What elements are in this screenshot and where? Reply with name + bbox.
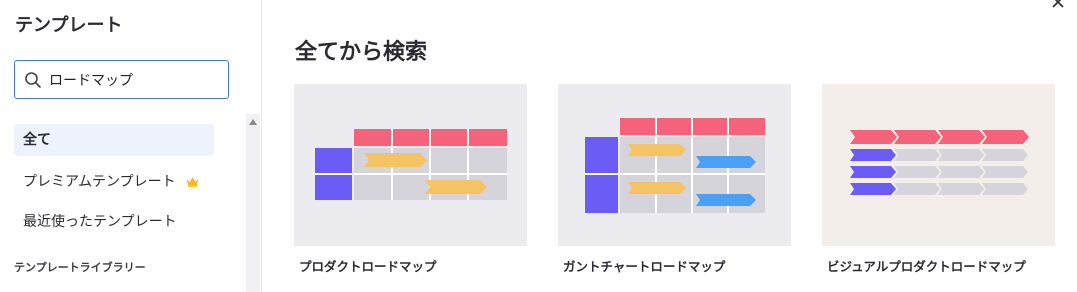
search-icon	[25, 72, 41, 88]
template-thumbnail[interactable]	[294, 84, 527, 246]
nav-item-premium-label: プレミアムテンプレート	[23, 174, 176, 190]
nav-item-all-label: 全て	[23, 132, 51, 148]
nav-item-recent-label: 最近使ったテンプレート	[23, 214, 177, 230]
sidebar-title: テンプレート	[15, 15, 123, 36]
sidebar-scrollbar[interactable]	[246, 114, 260, 292]
template-card-label: プロダクトロードマップ	[299, 259, 437, 274]
search-input[interactable]	[49, 67, 219, 93]
template-card-label: ビジュアルプロダクトロードマップ	[827, 259, 1026, 274]
main-title: 全てから検索	[295, 40, 428, 65]
template-card-visual-product-roadmap[interactable]: ビジュアルプロダクトロードマップ	[822, 84, 1055, 275]
template-thumbnail[interactable]	[558, 84, 791, 246]
crown-icon	[187, 177, 199, 187]
nav-item-recent[interactable]: 最近使ったテンプレート	[14, 206, 214, 238]
nav-item-premium[interactable]: プレミアムテンプレート	[14, 166, 214, 198]
nav-item-all[interactable]: 全て	[14, 124, 214, 156]
template-card-gantt-roadmap[interactable]: ガントチャートロードマップ	[558, 84, 791, 275]
template-card-label: ガントチャートロードマップ	[563, 259, 726, 274]
search-box[interactable]	[14, 60, 229, 99]
template-card-product-roadmap[interactable]: プロダクトロードマップ	[294, 84, 527, 275]
template-thumbnail[interactable]	[822, 84, 1055, 246]
sidebar: テンプレート 全て プレミアムテンプレート 最近使ったテンプレート テンプレート…	[0, 0, 262, 292]
section-label-library: テンプレートライブラリー	[14, 261, 146, 274]
close-icon[interactable]	[1050, 0, 1066, 10]
scroll-up-arrow-icon[interactable]	[249, 119, 257, 125]
